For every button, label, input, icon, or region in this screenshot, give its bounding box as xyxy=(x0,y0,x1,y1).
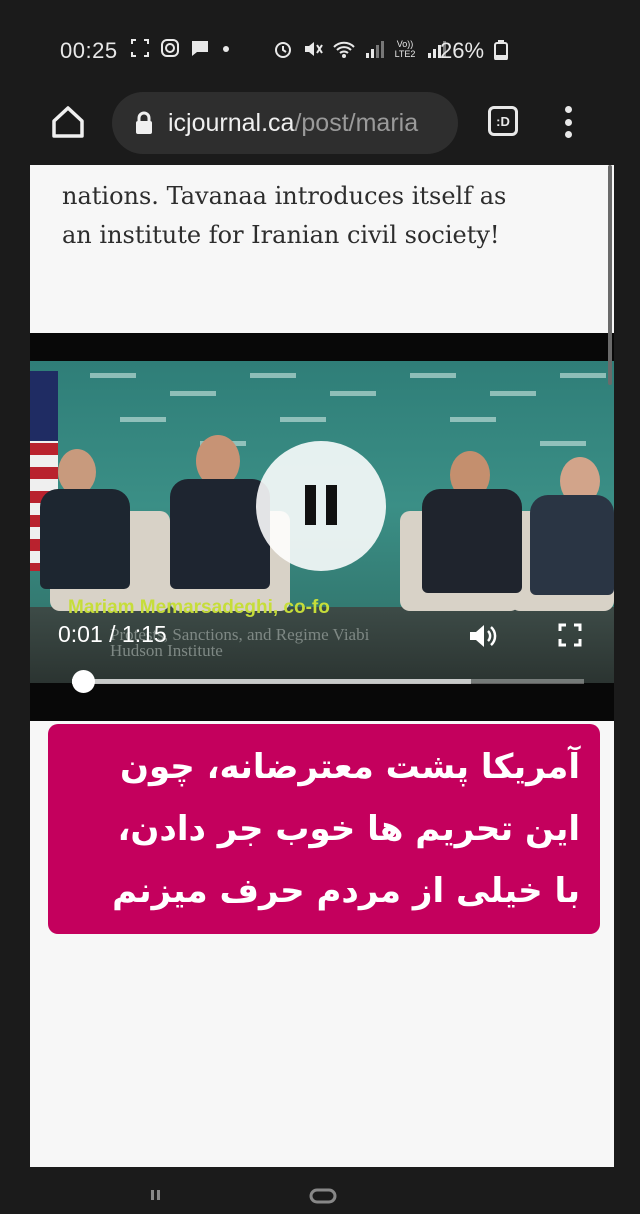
caption-line: با خیلی از مردم حرف میزنم xyxy=(112,871,580,911)
buffered-bar xyxy=(72,679,472,684)
backdrop-pattern xyxy=(250,373,296,378)
article-line: an institute for Iranian civil society! xyxy=(62,221,500,249)
instagram-icon xyxy=(161,39,179,57)
clock: 00:25 xyxy=(60,38,118,63)
panelist-body xyxy=(170,479,270,589)
video-timecode: 0:01 / 1:15 xyxy=(58,621,167,647)
tab-switcher-button[interactable]: :D xyxy=(488,106,518,136)
caption-line: آمریکا پشت معترضانه، چون xyxy=(119,747,580,787)
system-icons: Vo)) LTE2 xyxy=(272,38,446,60)
dot-icon xyxy=(223,46,229,52)
url-domain: icjournal.ca xyxy=(168,108,295,137)
pause-button[interactable] xyxy=(256,441,386,571)
battery-icon xyxy=(494,40,509,61)
menu-dot xyxy=(564,106,572,113)
backdrop-pattern xyxy=(170,391,216,396)
wifi-icon xyxy=(333,41,355,58)
alarm-icon xyxy=(275,42,291,58)
video-player[interactable]: Mariam Memarsadeghi, co-fo Protests, San… xyxy=(30,333,614,721)
browser-toolbar: icjournal.ca/post/maria :D xyxy=(0,86,640,162)
url-text: icjournal.ca/post/maria xyxy=(168,109,418,138)
backdrop-pattern xyxy=(90,373,136,378)
status-bar: 00:25 Vo)) LTE2 26% xyxy=(0,0,640,90)
recent-apps-icon[interactable] xyxy=(148,1188,168,1214)
panelist-body xyxy=(422,489,522,593)
backdrop-pattern xyxy=(490,391,536,396)
backdrop-pattern xyxy=(330,391,376,396)
notification-icons xyxy=(130,38,232,58)
mute-icon xyxy=(305,42,323,56)
url-path: /post/maria xyxy=(294,108,419,137)
us-flag-canton xyxy=(30,371,58,441)
web-page: nations. Tavanaa introduces itself as an… xyxy=(30,165,614,1167)
backdrop-pattern xyxy=(540,441,586,446)
overflow-menu-button[interactable] xyxy=(558,102,578,142)
fullscreen-icon[interactable] xyxy=(558,623,582,647)
tab-label: :D xyxy=(496,113,510,129)
caption-line: این تحریم ها خوب جر دادن، xyxy=(117,809,580,849)
screenshot-icon xyxy=(131,39,149,57)
backdrop-pattern xyxy=(120,417,166,422)
seek-handle[interactable] xyxy=(72,670,95,693)
battery-percent: 26% xyxy=(440,38,485,63)
lock-icon xyxy=(136,111,152,134)
message-icon xyxy=(192,41,208,56)
battery-status: 26% xyxy=(440,38,509,64)
home-nav-icon[interactable] xyxy=(308,1188,338,1214)
menu-dot xyxy=(564,118,572,126)
backdrop-pattern xyxy=(560,373,606,378)
panelist-body xyxy=(40,489,130,589)
backdrop-pattern xyxy=(450,417,496,422)
backdrop-pattern xyxy=(280,417,326,422)
signal-icon xyxy=(366,41,384,58)
system-nav-bar xyxy=(0,1170,640,1204)
video-seek-bar[interactable] xyxy=(72,670,584,693)
url-bar[interactable]: icjournal.ca/post/maria xyxy=(112,92,458,154)
article-line: nations. Tavanaa introduces itself as xyxy=(62,182,507,210)
home-icon[interactable] xyxy=(48,102,88,142)
backdrop-pattern xyxy=(410,373,456,378)
network-label: Vo)) LTE2 xyxy=(394,39,416,59)
page-scrollbar[interactable] xyxy=(608,165,612,385)
subtitle-caption: آمریکا پشت معترضانه، چون این تحریم ها خو… xyxy=(48,724,600,934)
speaker-name-overlay: Mariam Memarsadeghi, co-fo xyxy=(68,597,330,618)
volume-icon[interactable] xyxy=(468,622,498,650)
panelist-body xyxy=(530,495,614,595)
article-paragraph: nations. Tavanaa introduces itself as an… xyxy=(62,177,602,255)
menu-dot xyxy=(564,131,572,138)
